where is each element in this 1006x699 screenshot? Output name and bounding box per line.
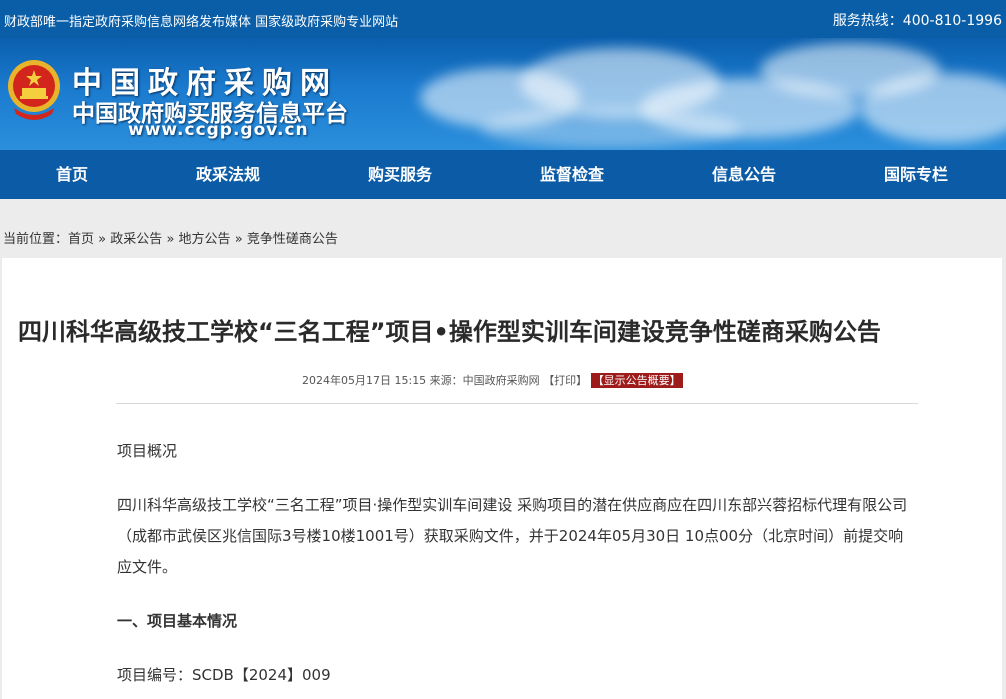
service-hotline: 服务热线：400-810-1996 <box>832 13 1002 29</box>
breadcrumb-prefix: 当前位置： <box>3 232 69 247</box>
site-url: www.ccgp.gov.cn <box>128 120 309 140</box>
nav-item-regulations[interactable]: 政采法规 <box>178 150 278 199</box>
main-nav: 首页 政采法规 购买服务 监督检查 信息公告 国际专栏 <box>0 150 1006 199</box>
breadcrumb-local-notices[interactable]: 地方公告 <box>179 232 231 247</box>
nav-item-home[interactable]: 首页 <box>22 150 122 199</box>
site-banner: 中国政府采购网 中国政府购买服务信息平台 www.ccgp.gov.cn <box>0 38 1006 150</box>
article-panel: 四川科华高级技工学校“三名工程”项目•操作型实训车间建设竞争性磋商采购公告 20… <box>2 258 1002 699</box>
nav-item-purchase-services[interactable]: 购买服务 <box>350 150 450 199</box>
intro-paragraph: 四川科华高级技工学校“三名工程”项目·操作型实训车间建设 采购项目的潜在供应商应… <box>117 496 908 576</box>
article-meta: 2024年05月17日 15:15 来源：中国政府采购网 【打印】 【显示公告概… <box>302 372 683 388</box>
breadcrumb-procurement-notices[interactable]: 政采公告 <box>110 232 162 247</box>
publish-info: 2024年05月17日 15:15 来源：中国政府采购网 <box>302 374 540 387</box>
breadcrumb-separator: » <box>98 232 107 247</box>
breadcrumb-separator: » <box>166 232 175 247</box>
top-bar-tagline: 财政部唯一指定政府采购信息网络发布媒体 国家级政府采购专业网站 <box>4 15 399 30</box>
breadcrumb-separator: » <box>234 232 243 247</box>
national-emblem-icon <box>8 60 60 120</box>
top-bar: 财政部唯一指定政府采购信息网络发布媒体 国家级政府采购专业网站 服务热线：400… <box>0 0 1006 38</box>
breadcrumb-home[interactable]: 首页 <box>68 232 94 247</box>
nav-item-supervision[interactable]: 监督检查 <box>522 150 622 199</box>
nav-item-international[interactable]: 国际专栏 <box>866 150 966 199</box>
print-link[interactable]: 【打印】 <box>543 374 587 387</box>
breadcrumb: 当前位置：首页 » 政采公告 » 地方公告 » 竞争性磋商公告 <box>3 228 338 247</box>
breadcrumb-consultation-notices[interactable]: 竞争性磋商公告 <box>247 232 338 247</box>
divider <box>116 403 918 404</box>
overview-heading: 项目概况 <box>117 442 178 460</box>
section-heading: 一、项目基本情况 <box>117 612 238 630</box>
project-number: 项目编号：SCDB【2024】009 <box>117 666 331 684</box>
show-summary-button[interactable]: 【显示公告概要】 <box>590 373 683 388</box>
nav-item-announcements[interactable]: 信息公告 <box>694 150 794 199</box>
article-title: 四川科华高级技工学校“三名工程”项目•操作型实训车间建设竞争性磋商采购公告 <box>18 318 881 346</box>
